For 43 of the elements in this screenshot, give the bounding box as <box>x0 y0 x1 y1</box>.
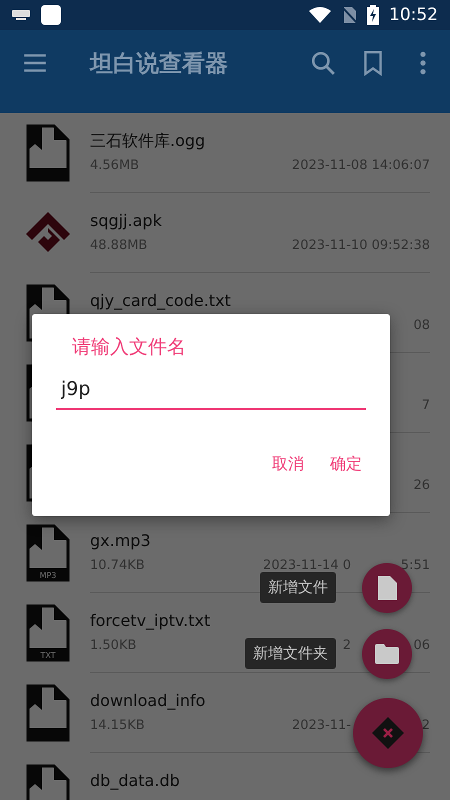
fab-label: 新增文件 <box>260 572 336 603</box>
file-date: 7 <box>422 396 430 414</box>
status-time: 10:52 <box>389 5 438 25</box>
file-date: 2023-11- <box>292 716 351 734</box>
no-sim-icon <box>341 6 357 24</box>
file-size: 10.74KB <box>90 558 145 572</box>
file-icon: TXT <box>24 604 72 662</box>
wifi-icon <box>309 7 331 23</box>
file-name: forcetv_iptv.txt <box>90 610 210 630</box>
file-size: 4.56MB <box>90 158 140 172</box>
keyboard-icon <box>12 10 30 20</box>
folder-icon <box>375 644 399 664</box>
file-name: gx.mp3 <box>90 530 151 550</box>
app-notification-icon <box>40 4 62 26</box>
file-name-field[interactable]: j9p <box>56 374 366 410</box>
file-date: 08 <box>413 316 430 334</box>
file-name: qjy_card_code.txt <box>90 290 231 310</box>
file-date: 2023-11-08 14:06:07 <box>292 156 430 174</box>
file-date: 2023-11-10 09:52:38 <box>292 236 430 254</box>
close-menu-button[interactable] <box>353 698 423 768</box>
file-date: 2 <box>342 636 351 654</box>
search-icon[interactable] <box>310 50 336 76</box>
confirm-button[interactable]: 确定 <box>326 448 366 481</box>
fab-label: 新增文件夹 <box>245 638 336 669</box>
file-date: 2 <box>422 716 430 734</box>
file-size: 1.50KB <box>90 638 136 652</box>
file-size: 14.15KB <box>90 718 145 732</box>
file-date: 2023-11-14 0 <box>263 556 351 574</box>
dialog-title: 请输入文件名 <box>72 335 187 360</box>
file-name: db_data.db <box>90 770 180 790</box>
file-size: 48.88MB <box>90 238 148 252</box>
file-name: sqgjj.apk <box>90 210 162 230</box>
file-icon: MP3 <box>24 524 72 582</box>
battery-charging-icon <box>367 5 379 25</box>
file-date: 26 <box>413 476 430 494</box>
new-folder-button[interactable] <box>362 629 412 679</box>
app-title: 坦白说查看器 <box>90 50 229 78</box>
file-date: 06 <box>413 636 430 654</box>
file-name: download_info <box>90 690 206 710</box>
file-date: 5:51 <box>400 556 430 574</box>
cancel-button[interactable]: 取消 <box>268 448 308 481</box>
diamond-close-icon <box>371 716 405 750</box>
file-name: 三石软件库.ogg <box>90 130 206 150</box>
